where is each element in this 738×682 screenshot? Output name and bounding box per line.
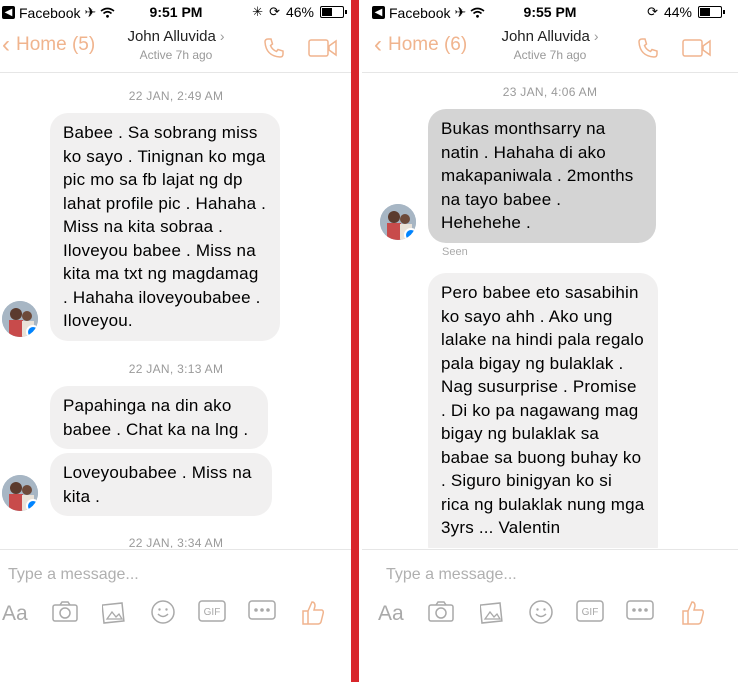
panel-divider xyxy=(351,0,359,682)
timestamp: 22 JAN, 2:49 AM xyxy=(128,89,224,103)
gif-icon[interactable]: GIF xyxy=(576,600,604,627)
message-bubble[interactable]: Papahinga na din ako babee . Chat ka na … xyxy=(50,386,268,449)
right-screenshot: ◀ Facebook ✈ 9:55 PM ⟳ 44% ‹ Home (6) Jo… xyxy=(362,0,738,682)
message-input[interactable]: Type a message... xyxy=(386,566,517,584)
battery-percent: 44% xyxy=(663,4,692,20)
contact-avatar[interactable] xyxy=(2,301,38,337)
photo-gallery-icon[interactable] xyxy=(479,600,504,629)
video-call-icon[interactable] xyxy=(682,38,712,63)
chevron-right-icon: › xyxy=(593,28,599,44)
camera-icon[interactable] xyxy=(428,600,454,627)
message-list[interactable]: 22 JAN, 2:49 AM Babee . Sa sobrang miss … xyxy=(0,73,352,548)
left-screenshot: ◀ Facebook ✈ 9:51 PM ✳ ⟳ 46% ‹ Home (5) … xyxy=(0,0,352,682)
battery-fill xyxy=(700,8,710,16)
message-bubble[interactable]: Pero babee eto sasabihin ko sayo ahh . A… xyxy=(428,273,658,548)
composer: Type a message... Aa GIF xyxy=(0,549,352,682)
rotation-lock-icon: ⟳ xyxy=(647,4,658,19)
rotation-lock-icon: ⟳ xyxy=(269,4,280,19)
loading-icon: ✳ xyxy=(252,4,264,19)
gif-icon-label: GIF xyxy=(582,607,599,618)
timestamp: 22 JAN, 3:34 AM xyxy=(128,536,224,548)
contact-name: John Alluvida xyxy=(127,28,216,45)
status-bar: ◀ Facebook ✈ 9:55 PM ⟳ 44% xyxy=(362,0,738,24)
contact-name: John Alluvida xyxy=(501,28,590,45)
camera-icon[interactable] xyxy=(52,600,78,627)
gif-icon-label: GIF xyxy=(204,607,221,618)
timestamp: 22 JAN, 3:13 AM xyxy=(128,362,224,376)
message-bubble[interactable]: Loveyoubabee . Miss na kita . xyxy=(50,453,272,516)
phone-call-icon[interactable] xyxy=(262,36,286,65)
thumbs-up-icon[interactable] xyxy=(300,600,326,631)
chevron-right-icon: › xyxy=(219,28,225,44)
battery-icon xyxy=(698,6,725,18)
messenger-badge-icon xyxy=(26,499,38,511)
gif-icon[interactable]: GIF xyxy=(198,600,226,627)
seen-indicator: Seen xyxy=(442,246,468,258)
message-bubble[interactable]: Babee . Sa sobrang miss ko sayo . Tinign… xyxy=(50,113,280,341)
video-call-icon[interactable] xyxy=(308,38,338,63)
photo-gallery-icon[interactable] xyxy=(101,600,126,629)
text-format-button[interactable]: Aa xyxy=(378,602,404,626)
message-input[interactable]: Type a message... xyxy=(8,566,139,584)
more-options-icon[interactable] xyxy=(248,600,276,625)
message-list[interactable]: 23 JAN, 4:06 AM Bukas monthsarry na nati… xyxy=(362,73,738,548)
conversation-header: ‹ Home (5) John Alluvida › Active 7h ago xyxy=(0,24,352,73)
thumbs-up-icon[interactable] xyxy=(680,600,706,631)
emoji-icon[interactable] xyxy=(529,600,553,629)
contact-avatar[interactable] xyxy=(2,475,38,511)
emoji-icon[interactable] xyxy=(151,600,175,629)
messenger-badge-icon xyxy=(26,325,38,337)
composer: Type a message... Aa GIF xyxy=(362,549,738,682)
phone-call-icon[interactable] xyxy=(636,36,660,65)
battery-icon xyxy=(320,6,347,18)
status-bar: ◀ Facebook ✈ 9:51 PM ✳ ⟳ 46% xyxy=(0,0,352,24)
composer-toolbar: Aa GIF xyxy=(0,600,352,630)
message-bubble[interactable]: Bukas monthsarry na natin . Hahaha di ak… xyxy=(428,109,656,243)
composer-toolbar: Aa GIF xyxy=(362,600,738,630)
timestamp: 23 JAN, 4:06 AM xyxy=(502,85,598,99)
messenger-badge-icon xyxy=(404,228,416,240)
battery-fill xyxy=(322,8,333,16)
contact-avatar[interactable] xyxy=(380,204,416,240)
conversation-header: ‹ Home (6) John Alluvida › Active 7h ago xyxy=(362,24,738,73)
battery-percent: 46% xyxy=(285,4,314,20)
more-options-icon[interactable] xyxy=(626,600,654,625)
text-format-button[interactable]: Aa xyxy=(2,602,28,626)
